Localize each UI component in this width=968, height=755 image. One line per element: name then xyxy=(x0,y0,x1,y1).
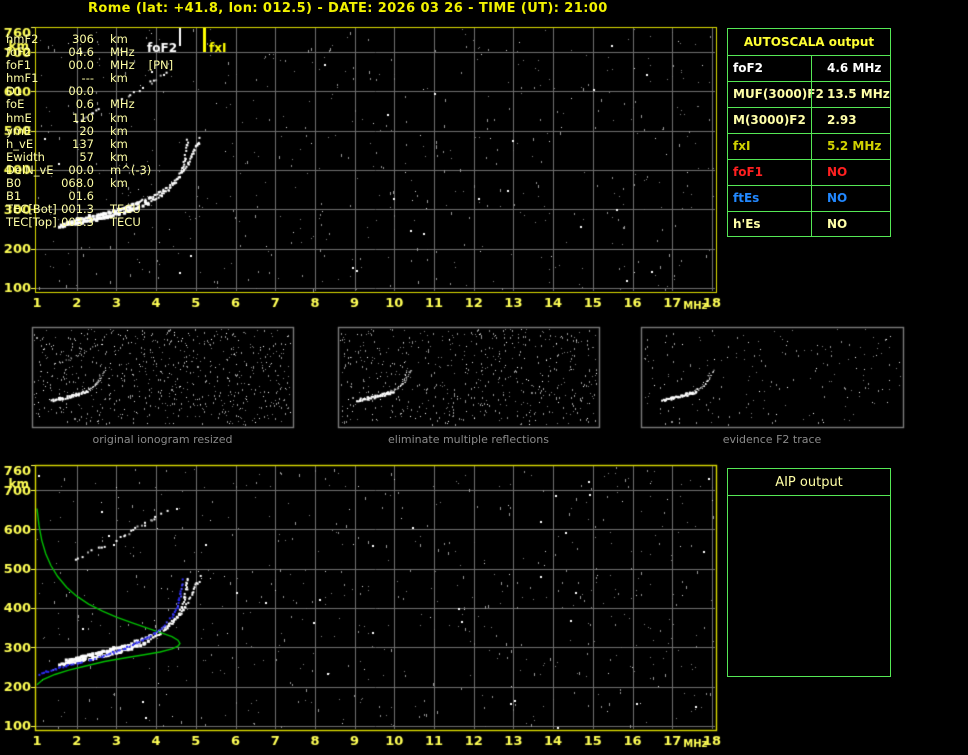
parameter-value: 4.6 MHz xyxy=(811,56,890,81)
table-row: foF1 NO xyxy=(728,159,890,185)
table-row: fxI 5.2 MHz xyxy=(728,133,890,159)
table-row: foF2 4.6 MHz xyxy=(728,55,890,81)
parameter-value: 13.5 MHz xyxy=(811,82,890,107)
table-row: M(3000)F2 2.93 xyxy=(728,107,890,133)
autoscala-table-rows: foF2 4.6 MHz MUF(3000)F2 13.5 MHz M(3000)F2 2… xyxy=(728,55,890,237)
parameter-value: 137 xyxy=(72,136,94,151)
aip-table-header: AIP output xyxy=(728,469,890,496)
parameter-label: foE xyxy=(6,97,25,112)
parameter-unit: TECU xyxy=(110,215,141,230)
aip-output-table: AIP output xyxy=(727,468,891,677)
table-row: h'Es NO xyxy=(728,211,890,237)
parameter-value: 0.6 xyxy=(75,97,94,112)
parameter-unit: km xyxy=(110,149,128,164)
panel-caption-f2-evidence: evidence F2 trace xyxy=(722,433,822,446)
table-row: MUF(3000)F2 13.5 MHz xyxy=(728,81,890,107)
parameter-value: NO xyxy=(811,160,890,185)
parameter-label: M(3000)F2 xyxy=(733,113,806,127)
parameter-value: 57 xyxy=(79,149,94,164)
parameter-label: hmE xyxy=(6,110,32,125)
parameter-value: 2.93 xyxy=(811,108,890,133)
parameter-unit: km xyxy=(110,71,128,86)
autoscala-screen: Rome (lat: +41.8, lon: 012.5) - DATE: 20… xyxy=(0,0,968,755)
autoscala-output-table: AUTOSCALA output foF2 4.6 MHz MUF(3000)F2 1… xyxy=(727,28,891,237)
table-row: h_vE 137 km xyxy=(6,136,164,151)
parameter-label: ymE xyxy=(6,123,32,138)
aip-table-rows: hmF2 306 km foF2 04.6 MHz foF1 00.0 MHz [PN] hmF1-… xyxy=(6,32,173,229)
parameter-label: h'Es xyxy=(733,217,761,231)
table-row: hmE 110 km xyxy=(6,110,164,125)
parameter-label: MUF(3000)F2 xyxy=(733,87,824,101)
parameter-label: foF1 xyxy=(733,165,764,179)
autoscala-table-header: AUTOSCALA output xyxy=(743,35,875,49)
parameter-unit: MHz xyxy=(110,97,135,112)
page-title: Rome (lat: +41.8, lon: 012.5) - DATE: 20… xyxy=(88,1,608,16)
parameter-value: 003.3 xyxy=(61,215,94,230)
panel-caption-original: original ionogram resized xyxy=(92,433,233,446)
parameter-unit: km xyxy=(110,110,128,125)
panel-caption-no-multiples: eliminate multiple reflections xyxy=(388,433,549,446)
parameter-label: TEC[Top] xyxy=(6,215,57,230)
parameter-value: 5.2 MHz xyxy=(811,134,890,159)
table-row: TEC[Top] 003.3 TECU xyxy=(6,216,164,229)
parameter-unit: m^(-3) xyxy=(110,162,152,177)
parameter-unit: km xyxy=(110,136,128,151)
parameter-value: NO xyxy=(811,212,890,237)
table-row: foE 0.6 MHz xyxy=(6,98,164,111)
parameter-label: fxI xyxy=(733,139,751,153)
table-row: Ewidth 57 km xyxy=(6,149,164,164)
parameter-unit: km xyxy=(110,176,128,191)
parameter-value: NO xyxy=(811,186,890,211)
parameter-label: h_vE xyxy=(6,136,34,151)
parameter-label: ftEs xyxy=(733,191,760,205)
parameter-value: 110 xyxy=(72,110,94,125)
parameter-label: foF2 xyxy=(733,61,764,75)
table-row: ftEs NO xyxy=(728,185,890,211)
parameter-value: 20 xyxy=(79,123,94,138)
parameter-unit: km xyxy=(110,123,128,138)
table-row: ymE 20 km xyxy=(6,123,164,138)
parameter-unit: MHz [PN] xyxy=(110,58,174,73)
parameter-label: Ewidth xyxy=(6,149,45,164)
